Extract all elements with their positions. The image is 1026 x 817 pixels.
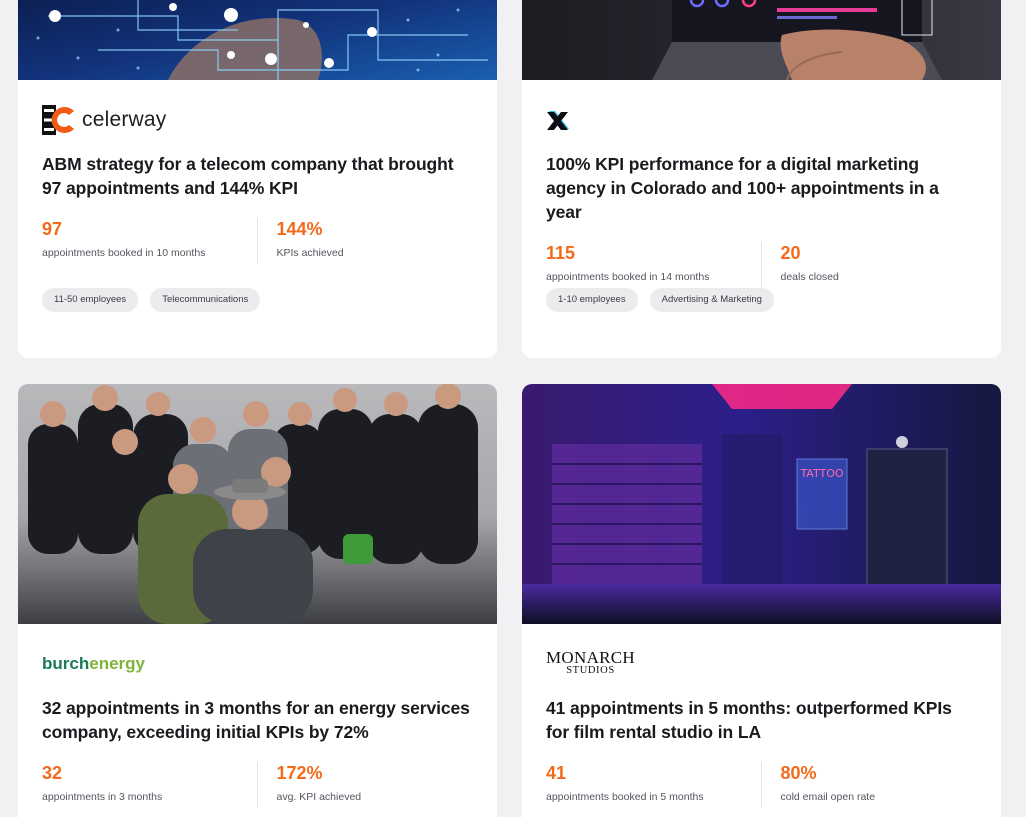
team-group-image — [18, 384, 497, 624]
stats-row: 115 appointments booked in 14 months 20 … — [546, 242, 977, 288]
case-study-card[interactable]: celerway ABM strategy for a telecom comp… — [18, 0, 497, 358]
stat: 144% KPIs achieved — [257, 218, 473, 264]
company-logo: burch energy — [42, 644, 473, 684]
stat-label: deals closed — [780, 271, 839, 283]
case-study-title: 41 appointments in 5 months: outperforme… — [546, 698, 952, 742]
stat-value: 144% — [276, 219, 323, 239]
stat: 32 appointments in 3 months — [42, 762, 257, 808]
laptop-dashboard-image — [522, 0, 1001, 80]
case-study-photo — [18, 384, 497, 624]
neon-sign-text: TATTOO — [799, 467, 843, 480]
stat-label: KPIs achieved — [276, 247, 344, 259]
stats-row: 32 appointments in 3 months 172% avg. KP… — [42, 762, 473, 808]
stats-row: 97 appointments booked in 10 months 144%… — [42, 218, 473, 264]
stat-label: appointments booked in 5 months — [546, 791, 704, 803]
stat: 172% avg. KPI achieved — [257, 762, 473, 808]
stat-label: cold email open rate — [780, 791, 876, 803]
case-study-card[interactable]: 100% KPI performance for a digital marke… — [522, 0, 1001, 358]
stat: 20 deals closed — [761, 242, 977, 288]
stats-row: 41 appointments booked in 5 months 80% c… — [546, 762, 977, 808]
stat: 80% cold email open rate — [761, 762, 977, 808]
stat: 115 appointments booked in 14 months — [546, 242, 761, 288]
stat-value: 32 — [42, 763, 63, 783]
tag-company-size[interactable]: 1-10 employees — [546, 288, 638, 312]
stat-value: 20 — [780, 243, 801, 263]
case-study-title: 100% KPI performance for a digital marke… — [546, 154, 939, 222]
company-logo: celerway — [42, 100, 473, 140]
tag-list: 1-10 employees Advertising & Marketing — [546, 288, 774, 312]
tag-industry[interactable]: Telecommunications — [150, 288, 261, 312]
x-logo-icon — [547, 111, 569, 130]
celerway-logo-icon — [42, 105, 74, 135]
tag-company-size[interactable]: 11-50 employees — [42, 288, 139, 312]
brand-wordmark: MONARCH STUDIOS — [546, 648, 636, 677]
neon-room-image: TATTOO — [522, 384, 1001, 624]
company-logo — [546, 100, 977, 140]
case-study-title: ABM strategy for a telecom company that … — [42, 154, 454, 198]
company-logo: MONARCH STUDIOS — [546, 644, 977, 684]
stat-value: 80% — [780, 763, 817, 783]
circuit-hand-image — [18, 0, 497, 80]
stat-value: 97 — [42, 219, 63, 239]
brand-name-part: energy — [89, 654, 145, 673]
case-study-card[interactable]: TATTOO MONARCH STUDIOS 41 appointments i… — [522, 384, 1001, 817]
stat-label: avg. KPI achieved — [276, 791, 362, 803]
stat-value: 41 — [546, 763, 567, 783]
stat-label: appointments booked in 14 months — [546, 271, 710, 283]
case-study-photo — [18, 0, 497, 80]
brand-name: celerway — [82, 108, 167, 131]
brand-name-line: MONARCH — [546, 648, 636, 667]
stat-value: 115 — [546, 243, 576, 263]
case-study-card[interactable]: burch energy 32 appointments in 3 months … — [18, 384, 497, 817]
stat-label: appointments in 3 months — [42, 791, 163, 803]
tag-list: 11-50 employees Telecommunications — [42, 288, 261, 312]
stat-label: appointments booked in 10 months — [42, 247, 206, 259]
stat: 97 appointments booked in 10 months — [42, 218, 257, 264]
case-study-title: 32 appointments in 3 months for an energ… — [42, 698, 470, 742]
brand-name-part: burch — [42, 654, 90, 673]
stat: 41 appointments booked in 5 months — [546, 762, 761, 808]
tag-industry[interactable]: Advertising & Marketing — [649, 288, 774, 312]
case-study-photo — [522, 0, 1001, 80]
stat-value: 172% — [276, 763, 323, 783]
case-study-photo: TATTOO — [522, 384, 1001, 624]
